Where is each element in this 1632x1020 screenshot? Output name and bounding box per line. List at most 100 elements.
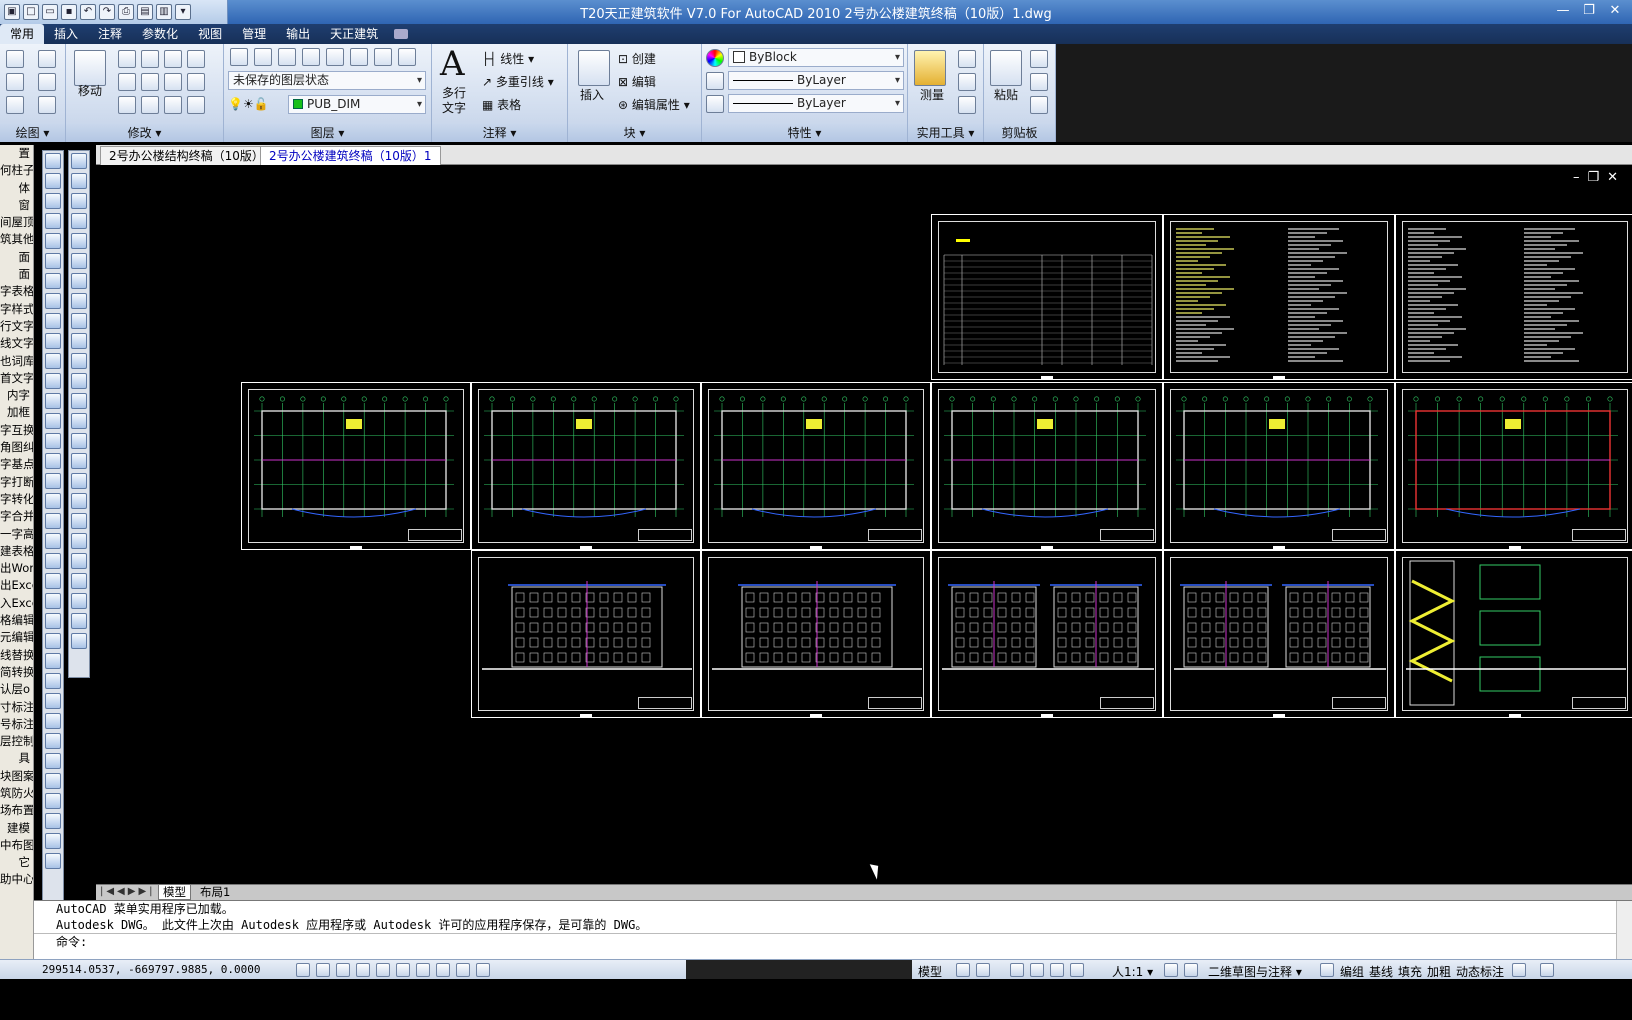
paste-icon[interactable] [990, 50, 1022, 86]
t20-menu-item[interactable]: 字打断 [0, 474, 33, 491]
tab-output[interactable]: 输出 [276, 24, 320, 44]
t20-menu-item[interactable]: 出Word [0, 560, 33, 577]
t20-menu-item[interactable]: 格编辑 [0, 612, 33, 629]
layer-match-icon[interactable] [374, 48, 392, 66]
section-tool-icon[interactable] [45, 493, 61, 509]
ortho-toggle-icon[interactable] [336, 963, 350, 977]
auto-scale-icon[interactable] [1184, 963, 1198, 977]
t20-menu-item[interactable]: 筑防火 [0, 785, 33, 802]
t20-menu-item[interactable]: 中布图 [0, 837, 33, 854]
erase-icon[interactable] [187, 50, 205, 68]
wall-tool-icon[interactable] [45, 213, 61, 229]
sheet-plan-4[interactable] [931, 382, 1163, 550]
axis-tool-icon[interactable] [45, 613, 61, 629]
3d-tool-icon[interactable] [71, 433, 87, 449]
t20-menu-item[interactable]: 字互换 [0, 422, 33, 439]
room-tool-icon[interactable] [71, 193, 87, 209]
text-tool-icon[interactable] [45, 353, 61, 369]
lwt-toggle-icon[interactable] [456, 963, 470, 977]
block-tool-icon[interactable] [45, 453, 61, 469]
layout1-tab[interactable]: 布局1 [196, 885, 234, 900]
t20-menu-item[interactable]: 入Excel [0, 595, 33, 612]
axis-tool-icon[interactable] [71, 513, 87, 529]
calculator-icon[interactable] [958, 96, 976, 114]
group-toggle[interactable]: 编组 [1340, 963, 1364, 980]
t20-menu-item[interactable]: 具 [0, 750, 33, 767]
modify-panel-label[interactable]: 修改 ▾ [66, 124, 223, 142]
dyn-toggle-icon[interactable] [436, 963, 450, 977]
t20-menu-item[interactable]: 认层o [0, 681, 33, 698]
wall-tool-icon[interactable] [71, 553, 87, 569]
t20-menu-item[interactable]: 字基点 [0, 456, 33, 473]
command-scrollbar[interactable] [1616, 901, 1632, 960]
t20-menu-item[interactable]: 出Excel [0, 577, 33, 594]
line-icon[interactable] [6, 50, 24, 68]
mirror-icon[interactable] [118, 73, 136, 91]
elev-tool-icon[interactable] [45, 513, 61, 529]
stair-tool-icon[interactable] [45, 713, 61, 729]
save-icon[interactable]: ▪ [61, 4, 77, 20]
grid-tool-icon[interactable] [45, 153, 61, 169]
drawing-canvas[interactable]: –❐✕ [96, 166, 1632, 884]
arc-icon[interactable] [6, 96, 24, 114]
layer-status-icons[interactable]: 💡☀🔓 [228, 97, 269, 111]
osnap-toggle-icon[interactable] [376, 963, 390, 977]
chamfer-icon[interactable] [187, 96, 205, 114]
color-wheel-icon[interactable] [706, 49, 724, 67]
layer-freeze-icon[interactable] [326, 48, 344, 66]
layer-tool-icon[interactable] [45, 413, 61, 429]
mleader-button[interactable]: ↗ 多重引线 ▾ [482, 73, 554, 90]
t20-menu-item[interactable]: 加框 [0, 404, 33, 421]
3d-tool-icon[interactable] [45, 533, 61, 549]
maximize-button[interactable]: ❐ [1578, 2, 1600, 20]
grid-toggle-icon[interactable] [316, 963, 330, 977]
measure-icon[interactable] [914, 50, 946, 86]
lineweight-icon[interactable] [706, 95, 724, 113]
t20-menu-item[interactable]: 角图纠 [0, 439, 33, 456]
wall-tool-icon[interactable] [45, 653, 61, 669]
draw-panel-label[interactable]: 绘图 ▾ [0, 124, 65, 142]
tab-tangent-arch[interactable]: 天正建筑 [320, 24, 388, 44]
roof-tool-icon[interactable] [45, 753, 61, 769]
app-menu-icon[interactable]: ▣ [4, 4, 20, 20]
color-select[interactable]: ByBlock [728, 48, 904, 67]
viewport-controls[interactable]: –❐✕ [1573, 170, 1626, 185]
copy-icon[interactable] [118, 50, 136, 68]
rotate-icon[interactable] [141, 50, 159, 68]
t20-menu-item[interactable]: 窗 [0, 197, 33, 214]
annotation-panel-label[interactable]: 注释 ▾ [432, 124, 567, 142]
copy-clip-icon[interactable] [1030, 73, 1048, 91]
t20-menu-item[interactable]: 线替换 [0, 647, 33, 664]
window-tool-icon[interactable] [71, 153, 87, 169]
ducs-toggle-icon[interactable] [416, 963, 430, 977]
t20-menu-item[interactable]: 间屋顶 [0, 214, 33, 231]
annotation-scale[interactable]: 人1:1 ▾ [1112, 963, 1153, 980]
dynamic-dim-toggle[interactable]: 动态标注 [1456, 963, 1504, 980]
sheet-stair-detail[interactable] [1395, 550, 1632, 718]
table-tool-icon[interactable] [45, 813, 61, 829]
sheet-plan-5[interactable] [1163, 382, 1395, 550]
linear-dim-button[interactable]: ├┤ 线性 ▾ [482, 50, 534, 67]
t20-menu-item[interactable]: 首文字 [0, 370, 33, 387]
sheet-plan-6[interactable] [1395, 382, 1632, 550]
t20-menu-item[interactable]: 助中心 [0, 871, 33, 888]
qp-toggle-icon[interactable] [476, 963, 490, 977]
misc-tool-icon[interactable] [45, 553, 61, 569]
sheet-elevation-1[interactable] [471, 550, 701, 718]
door-tool-icon[interactable] [45, 233, 61, 249]
stair-tool-icon[interactable] [71, 613, 87, 629]
misc-tool-icon[interactable] [71, 453, 87, 469]
t20-menu-item[interactable]: 也词库 [0, 353, 33, 370]
cut-icon[interactable] [1030, 50, 1048, 68]
linetype-icon[interactable] [706, 72, 724, 90]
t20-menu-item[interactable]: 元编辑 [0, 629, 33, 646]
table-tool-icon[interactable] [45, 373, 61, 389]
sheet-plan-3[interactable] [701, 382, 931, 550]
file-tool-icon[interactable] [71, 333, 87, 349]
block-panel-label[interactable]: 块 ▾ [568, 124, 701, 142]
tab-parametric[interactable]: 参数化 [132, 24, 188, 44]
sheet-cover-table[interactable] [931, 214, 1163, 380]
t20-menu-item[interactable]: 块图案 [0, 768, 33, 785]
t20-menu-item[interactable]: 简转换 [0, 664, 33, 681]
annotation-visibility-icon[interactable] [1164, 963, 1178, 977]
